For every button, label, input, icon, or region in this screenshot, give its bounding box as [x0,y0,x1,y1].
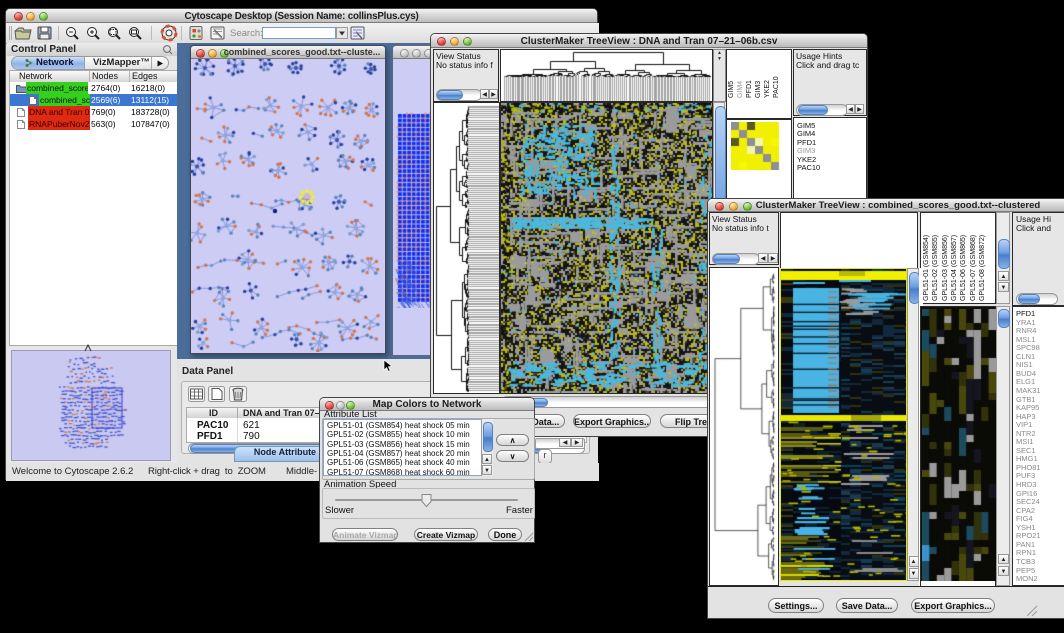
svg-text:Search:: Search: [230,28,263,39]
